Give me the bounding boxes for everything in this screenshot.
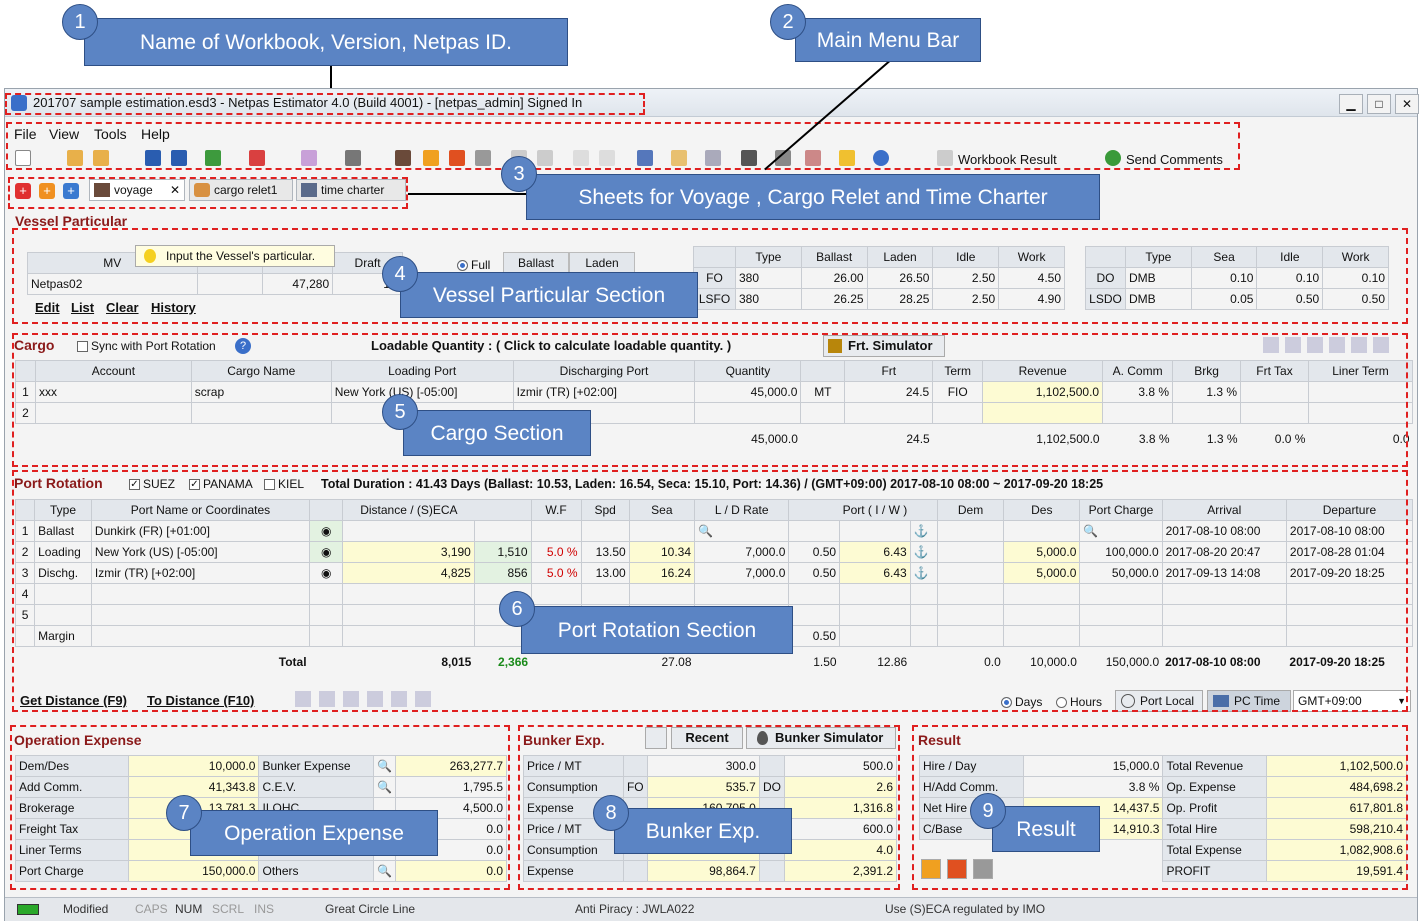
callout-2-badge: 2 [770, 4, 806, 40]
callout-6-badge: 6 [499, 591, 535, 627]
status-caps: CAPS [135, 902, 168, 916]
tabs-outline [8, 177, 408, 209]
status-anti-piracy: Anti Piracy : JWLA022 [575, 902, 695, 916]
status-modified: Modified [63, 902, 109, 916]
callout-5: Cargo Section [403, 410, 591, 456]
maximize-button[interactable]: □ [1367, 94, 1391, 114]
callout-2: Main Menu Bar [795, 18, 981, 62]
callout-1: Name of Workbook, Version, Netpas ID. [84, 18, 568, 66]
status-num: NUM [175, 902, 203, 916]
cargo-outline [12, 333, 1408, 467]
callout-4: Vessel Particular Section [400, 272, 698, 318]
callout-3-arrow [408, 193, 526, 195]
close-button[interactable]: ✕ [1395, 94, 1419, 114]
callout-1-badge: 1 [62, 4, 98, 40]
callout-6: Port Rotation Section [521, 606, 793, 654]
status-ins: INS [254, 902, 275, 916]
menu-outline [6, 122, 1240, 170]
callout-3-badge: 3 [501, 156, 537, 192]
title-outline [5, 93, 645, 115]
port-outline [12, 470, 1408, 712]
vessel-section-title: Vessel Particular [15, 213, 128, 229]
callout-1-arrow [330, 66, 332, 88]
callout-7: Operation Expense [190, 810, 438, 856]
callout-9-badge: 9 [970, 793, 1006, 829]
opex-outline [10, 725, 510, 890]
callout-8-badge: 8 [593, 795, 629, 831]
vessel-outline [12, 228, 1408, 324]
callout-3: Sheets for Voyage , Cargo Relet and Time… [526, 174, 1100, 220]
battery-icon [17, 904, 39, 915]
minimize-button[interactable]: ▁ [1339, 94, 1363, 114]
status-great-circle: Great Circle Line [325, 902, 416, 916]
callout-5-badge: 5 [382, 394, 418, 430]
status-bar: Modified CAPS NUM SCRL INS Great Circle … [5, 897, 1417, 921]
callout-7-badge: 7 [166, 795, 202, 831]
callout-8: Bunker Exp. [614, 808, 792, 854]
callout-4-badge: 4 [382, 256, 418, 292]
status-scrl: SCRL [212, 902, 245, 916]
callout-9: Result [992, 806, 1100, 852]
status-seca: Use (S)ECA regulated by IMO [885, 902, 1046, 916]
